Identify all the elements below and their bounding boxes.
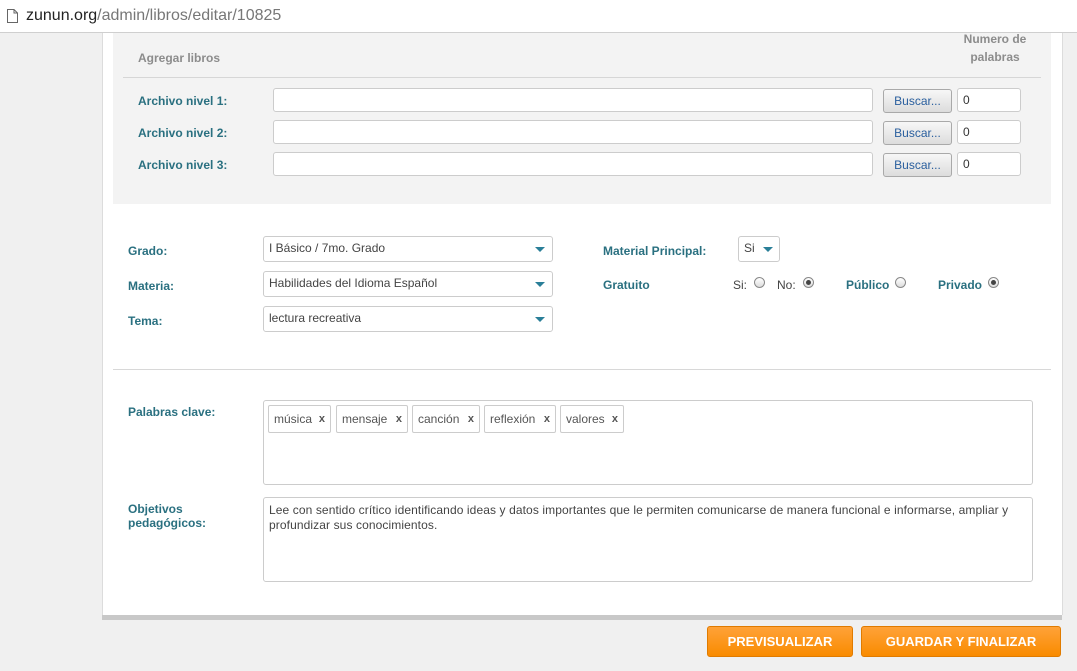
keyword-tag: reflexión x xyxy=(484,405,556,433)
divider xyxy=(123,77,1041,78)
save-and-finish-button[interactable]: GUARDAR Y FINALIZAR xyxy=(861,626,1061,657)
chevron-down-icon xyxy=(535,282,545,287)
card-bottom-border xyxy=(102,615,1062,620)
grado-label: Grado: xyxy=(128,244,168,258)
browse-level-1-button[interactable]: Buscar... xyxy=(883,89,952,113)
chevron-down-icon xyxy=(535,317,545,322)
file-level-1-label: Archivo nivel 1: xyxy=(138,94,228,108)
keyword-tag-label: canción xyxy=(418,412,460,426)
preview-button[interactable]: PREVISUALIZAR xyxy=(707,626,853,657)
remove-tag-icon[interactable]: x xyxy=(319,406,325,432)
objectives-label-line2: pedagógicos: xyxy=(128,516,207,530)
word-count-heading-line2: palabras xyxy=(970,50,1020,64)
gratuito-si-radio[interactable] xyxy=(754,277,765,288)
file-level-3-label: Archivo nivel 3: xyxy=(138,158,228,172)
remove-tag-icon[interactable]: x xyxy=(612,406,618,432)
materia-label: Materia: xyxy=(128,279,175,293)
privado-label: Privado xyxy=(938,278,983,292)
materia-select[interactable]: Habilidades del Idioma Español xyxy=(263,271,553,297)
address-bar[interactable]: zunun.org/admin/libros/editar/10825 xyxy=(0,0,1077,33)
remove-tag-icon[interactable]: x xyxy=(544,406,550,432)
keyword-tag-label: música xyxy=(274,412,313,426)
publico-radio[interactable] xyxy=(895,277,906,288)
materia-value: Habilidades del Idioma Español xyxy=(269,276,438,290)
gratuito-si-label: Si: xyxy=(733,278,748,292)
grado-select[interactable]: I Básico / 7mo. Grado xyxy=(263,236,553,262)
material-principal-value: Si xyxy=(744,241,755,255)
tema-select[interactable]: lectura recreativa xyxy=(263,306,553,332)
word-count-heading: Numero de palabras xyxy=(956,30,1034,66)
gratuito-no-radio[interactable] xyxy=(803,277,814,288)
remove-tag-icon[interactable]: x xyxy=(468,406,474,432)
file-level-1-input[interactable] xyxy=(273,88,873,112)
browse-level-3-button[interactable]: Buscar... xyxy=(883,153,952,177)
word-count-level-1-input[interactable]: 0 xyxy=(957,88,1021,112)
chevron-down-icon xyxy=(763,247,773,252)
url-text: zunun.org/admin/libros/editar/10825 xyxy=(26,7,281,25)
publico-label: Público xyxy=(846,278,890,292)
keyword-tag-label: mensaje xyxy=(342,412,388,426)
gratuito-label: Gratuito xyxy=(603,278,650,292)
gratuito-no-label: No: xyxy=(777,278,796,292)
word-count-level-2-input[interactable]: 0 xyxy=(957,120,1021,144)
word-count-heading-line1: Numero de xyxy=(963,32,1027,46)
privado-radio[interactable] xyxy=(988,277,999,288)
chevron-down-icon xyxy=(535,247,545,252)
keyword-tag: canción x xyxy=(412,405,480,433)
word-count-level-3-input[interactable]: 0 xyxy=(957,152,1021,176)
keyword-tag-label: reflexión xyxy=(490,412,536,426)
file-level-3-input[interactable] xyxy=(273,152,873,176)
keyword-tag: mensaje x xyxy=(336,405,408,433)
page-icon xyxy=(7,9,18,23)
material-principal-select[interactable]: Si xyxy=(738,236,780,262)
remove-tag-icon[interactable]: x xyxy=(396,406,402,432)
file-level-2-label: Archivo nivel 2: xyxy=(138,126,228,140)
keyword-tag-label: valores xyxy=(566,412,605,426)
url-path: /admin/libros/editar/10825 xyxy=(97,7,282,24)
keyword-tag: música x xyxy=(268,405,331,433)
tema-label: Tema: xyxy=(128,314,163,328)
objectives-label-line1: Objetivos xyxy=(128,502,183,516)
browse-level-2-button[interactable]: Buscar... xyxy=(883,121,952,145)
keywords-label: Palabras clave: xyxy=(128,405,216,419)
url-domain: zunun.org xyxy=(26,7,98,24)
add-books-heading: Agregar libros xyxy=(138,51,221,65)
objectives-label: Objetivos pedagógicos: xyxy=(128,502,206,530)
objectives-textarea[interactable]: Lee con sentido crítico identificando id… xyxy=(263,497,1033,582)
add-books-panel xyxy=(113,33,1051,204)
grado-value: I Básico / 7mo. Grado xyxy=(269,241,386,255)
keyword-tag: valores x xyxy=(560,405,624,433)
divider xyxy=(113,369,1051,370)
file-level-2-input[interactable] xyxy=(273,120,873,144)
tema-value: lectura recreativa xyxy=(269,311,362,325)
material-principal-label: Material Principal: xyxy=(603,244,707,258)
